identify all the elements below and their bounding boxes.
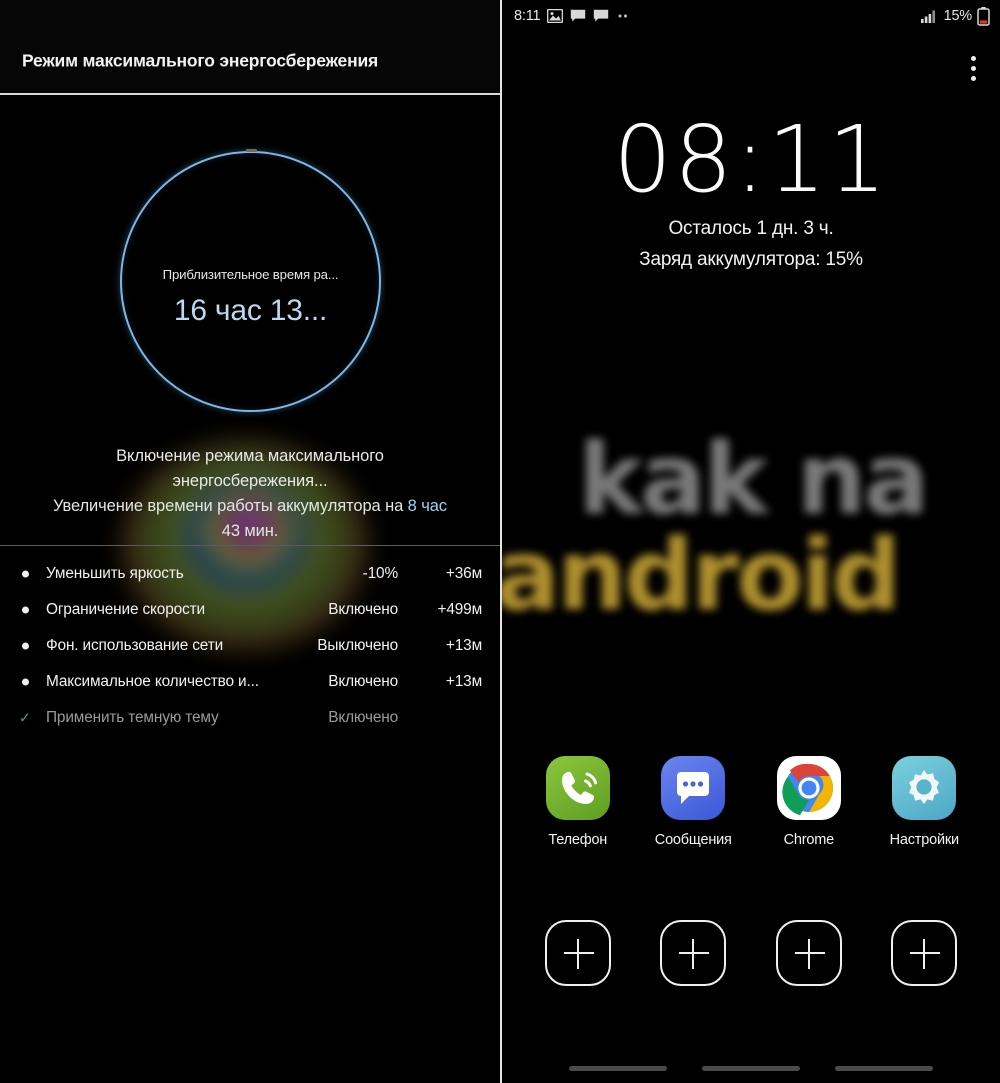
gauge-tick-marker <box>245 149 257 152</box>
overflow-dot <box>971 76 976 81</box>
overflow-dot <box>971 66 976 71</box>
savings-row: Фон. использование сети Выключено +13м <box>0 628 500 664</box>
screen-header: Режим максимального энергосбережения <box>0 0 500 93</box>
savings-row: ✓ Применить темную тему Включено <box>0 700 500 736</box>
app-label: Сообщения <box>654 832 732 848</box>
savings-row: Ограничение скорости Включено +499м <box>0 592 500 628</box>
savings-row: Максимальное количество и... Включено +13м <box>0 664 500 700</box>
app-item-chrome[interactable]: Chrome <box>759 756 859 848</box>
app-item-настройки[interactable]: Настройки <box>874 756 974 848</box>
gauge-sub-label: Приблизительное время ра... <box>162 267 339 282</box>
app-item-сообщения[interactable]: Сообщения <box>643 756 743 848</box>
remaining-time-label: Осталось 1 дн. 3 ч. <box>668 218 834 239</box>
desc-line-1: Включение режима максимального <box>116 447 384 465</box>
savings-row-value: Включено <box>328 673 398 690</box>
watermark-line-1: kak na <box>578 423 929 537</box>
add-app-icon[interactable] <box>544 920 611 986</box>
image-icon <box>547 9 564 23</box>
add-app-row <box>502 920 1000 986</box>
add-app-icon[interactable] <box>660 920 727 986</box>
app-label: Телефон <box>548 832 608 848</box>
savings-row-delta: +13м <box>445 673 482 690</box>
savings-row-label: Максимальное количество и... <box>46 673 259 690</box>
app-label: Настройки <box>889 832 960 848</box>
messages-icon[interactable] <box>661 756 726 820</box>
add-app-slot[interactable] <box>528 920 628 986</box>
battery-charge-label: Заряд аккумулятора: 15% <box>639 249 863 270</box>
message-icon <box>571 9 586 22</box>
savings-list: Уменьшить яркость -10% +36м Ограничение ско… <box>0 556 500 736</box>
list-divider <box>0 545 500 546</box>
chrome-icon[interactable] <box>776 756 841 820</box>
savings-row-label: Уменьшить яркость <box>46 565 184 582</box>
recents-bar[interactable] <box>569 1065 668 1071</box>
savings-row-label: Фон. использование сети <box>46 637 224 654</box>
status-bar-left: 8:11 <box>514 0 630 32</box>
savings-row-delta: +499м <box>437 601 483 618</box>
battery-percent-label: 15% <box>943 8 973 24</box>
status-bar: 8:11 15% <box>502 0 1000 32</box>
check-icon: ✓ <box>19 709 31 726</box>
lock-screen-info: Осталось 1 дн. 3 ч. Заряд аккумулятора: … <box>502 213 1000 275</box>
add-app-slot[interactable] <box>874 920 974 986</box>
add-app-slot[interactable] <box>759 920 859 986</box>
back-bar[interactable] <box>834 1065 933 1071</box>
bullet-icon <box>22 570 29 578</box>
battery-low-icon <box>977 6 990 26</box>
savings-row-delta: +36м <box>445 565 482 582</box>
settings-gear-icon[interactable] <box>892 756 957 820</box>
left-phone-screen: Режим максимального энергосбережения При… <box>0 0 500 1083</box>
savings-row-value: Выключено <box>317 637 398 654</box>
desc-line-4: 43 мин. <box>221 522 279 540</box>
bullet-icon <box>22 606 29 614</box>
lock-screen-clock: 08:11 <box>613 106 889 213</box>
savings-row: Уменьшить яркость -10% +36м <box>0 556 500 592</box>
app-item-телефон[interactable]: Телефон <box>528 756 628 848</box>
bullet-icon <box>22 642 29 650</box>
more-dots-icon <box>618 14 628 18</box>
savings-row-value: Включено <box>328 709 398 726</box>
gauge-main-value: 16 час 13... <box>173 294 328 327</box>
desc-line-3-prefix: Увеличение времени работы аккумулятора н… <box>53 497 408 515</box>
page-title: Режим максимального энергосбережения <box>22 50 379 71</box>
right-phone-screen: 8:11 15% 08:11 Осталось 1 дн. 3 ч. Заряд… <box>502 0 1000 1083</box>
app-grid: Телефон Сообщения Chrome Настройки <box>502 756 1000 848</box>
status-clock: 8:11 <box>514 8 541 24</box>
panel-separator <box>500 0 502 1083</box>
phone-icon[interactable] <box>545 756 610 820</box>
desc-line-2: энергосбережения... <box>172 472 328 490</box>
header-divider <box>0 93 500 95</box>
signal-bars-icon <box>920 10 935 23</box>
mode-description: Включение режима максимального энергосбе… <box>30 444 470 544</box>
desc-line-3: Увеличение времени работы аккумулятора н… <box>30 494 470 519</box>
savings-row-delta: +13м <box>445 637 482 654</box>
watermark-line-2: android <box>502 519 901 633</box>
add-app-icon[interactable] <box>775 920 842 986</box>
gesture-navigation-bar <box>502 1065 1000 1071</box>
home-bar[interactable] <box>701 1065 800 1071</box>
status-bar-right: 15% <box>920 0 990 32</box>
bullet-icon <box>22 678 29 686</box>
savings-row-value: -10% <box>362 565 398 582</box>
screenshot-root: Режим максимального энергосбережения При… <box>0 0 1000 1083</box>
savings-row-value: Включено <box>328 601 398 618</box>
app-label: Chrome <box>783 832 835 848</box>
add-app-icon[interactable] <box>891 920 958 986</box>
battery-time-gauge: Приблизительное время ра... 16 час 13... <box>120 149 381 412</box>
savings-row-label: Ограничение скорости <box>46 601 205 618</box>
overflow-menu-icon[interactable] <box>971 56 976 81</box>
message-icon <box>594 9 609 22</box>
savings-row-label: Применить темную тему <box>46 709 219 726</box>
add-app-slot[interactable] <box>643 920 743 986</box>
desc-line-3-highlight: 8 час <box>407 497 447 515</box>
text-watermark: kak na android <box>502 428 1000 648</box>
overflow-dot <box>971 56 976 61</box>
